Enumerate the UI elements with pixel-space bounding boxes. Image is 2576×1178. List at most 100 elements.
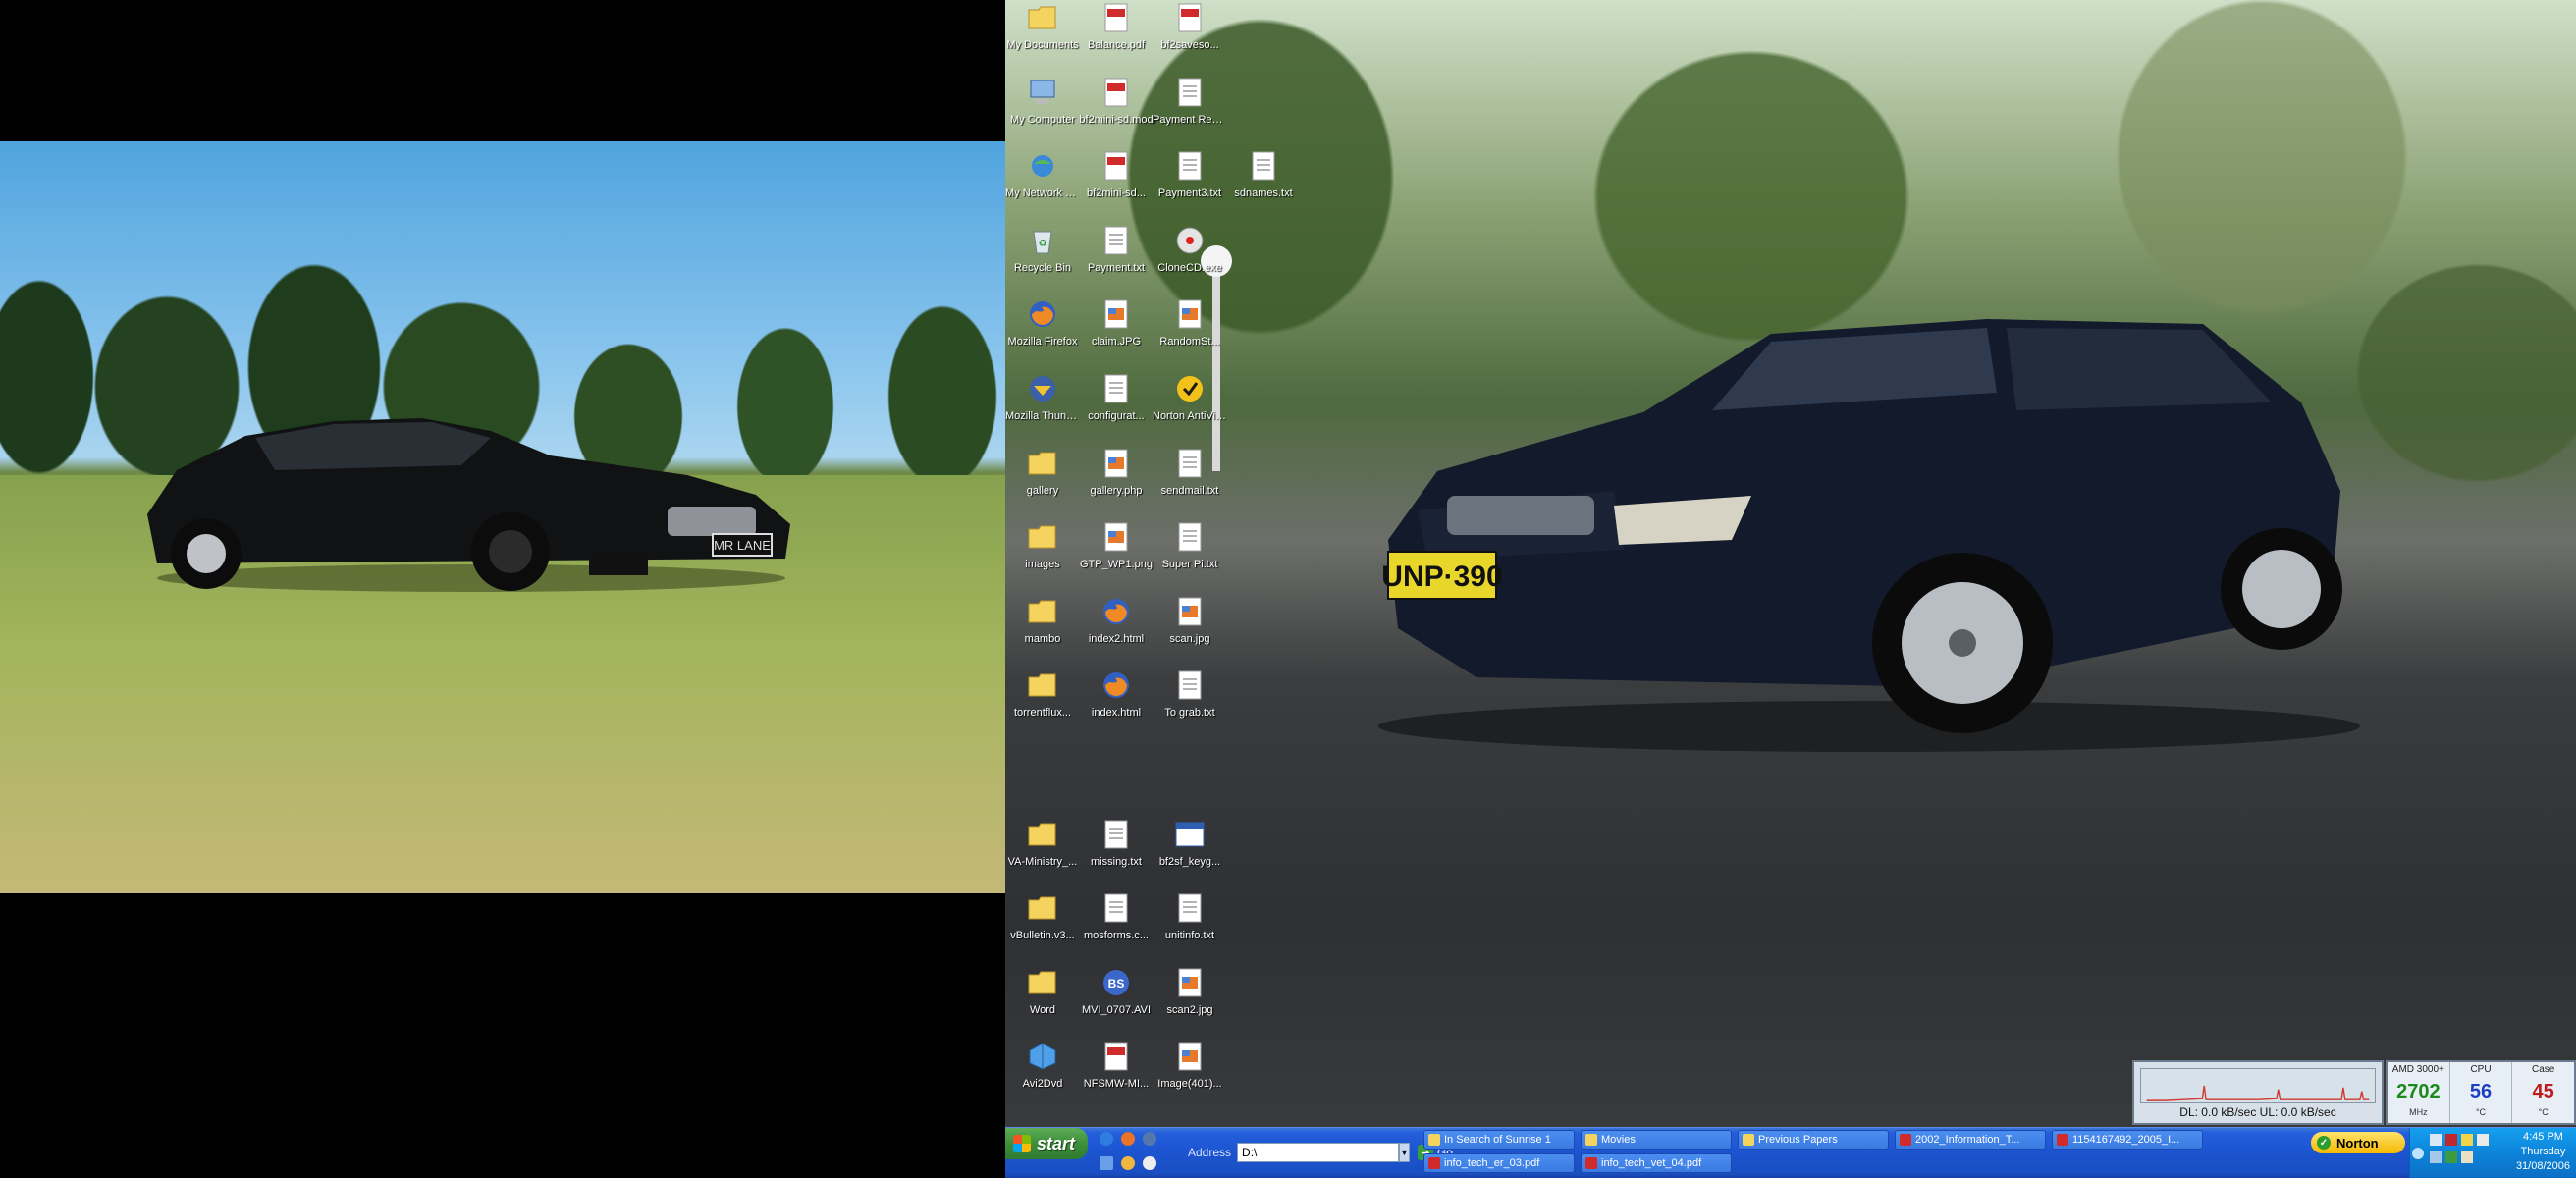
desktop-icon-item[interactable]: bf2mini-sd...	[1079, 150, 1154, 225]
desktop-icon-item[interactable]: bf2saveso...	[1153, 2, 1227, 77]
desktop-icon-item[interactable]: vBulletin.v3...	[1005, 892, 1080, 967]
cpu-temp-column: CPU 56 °C	[2448, 1062, 2512, 1123]
desktop-icon[interactable]	[1100, 1156, 1113, 1170]
address-input[interactable]	[1237, 1143, 1400, 1162]
desktop-icon-item[interactable]: sendmail.txt	[1153, 448, 1227, 522]
desktop-icon-item[interactable]: Payment.txt	[1079, 225, 1154, 299]
norton-quick-icon[interactable]	[1143, 1156, 1156, 1170]
image-icon	[1100, 448, 1132, 479]
desktop-icon-item[interactable]: images	[1005, 521, 1080, 596]
thunderbird-icon[interactable]	[1143, 1132, 1156, 1146]
text-file-icon	[1248, 150, 1279, 182]
desktop-icon-item[interactable]: Payment Receipt.txt	[1153, 77, 1227, 151]
desktop-icon-item[interactable]: mosforms.c...	[1079, 892, 1154, 967]
desktop-icon-item[interactable]: torrentflux...	[1005, 669, 1080, 744]
folder-icon	[1585, 1134, 1597, 1146]
taskbar-window-button[interactable]: 1154167492_2005_I...	[2052, 1130, 2203, 1150]
desktop-icon-item[interactable]: ♻ Recycle Bin	[1005, 225, 1080, 299]
desktop-icon-item[interactable]: gallery.php	[1079, 448, 1154, 522]
ie-icon[interactable]	[1100, 1132, 1113, 1146]
taskbar-window-button[interactable]: info_tech_er_03.pdf	[1423, 1153, 1575, 1173]
tray-usb-icon[interactable]	[2430, 1151, 2442, 1163]
desktop-icon-label: unitinfo.txt	[1164, 930, 1215, 942]
desktop-icon-item[interactable]: Mozilla Thunderbird	[1005, 373, 1080, 448]
desktop-icon-item[interactable]: VA-Ministry_...	[1005, 819, 1080, 893]
tray-arrow-icon[interactable]	[2412, 1148, 2424, 1159]
media-player-icon[interactable]	[1121, 1156, 1135, 1170]
desktop-icon-item[interactable]: missing.txt	[1079, 819, 1154, 893]
desktop-icon-item[interactable]: My Computer	[1005, 77, 1080, 151]
network-graph	[2140, 1068, 2376, 1103]
desktop-icon-label: RandomSt...	[1159, 336, 1220, 348]
desktop-icon-item[interactable]: RandomSt...	[1153, 298, 1227, 373]
desktop-icon-item[interactable]: bf2mini-sd.mod	[1079, 77, 1154, 151]
desktop-icon-item[interactable]: Mozilla Firefox	[1005, 298, 1080, 373]
desktop-icon-label: scan2.jpg	[1166, 1003, 1213, 1016]
desktop-icon-item[interactable]: Image(401)...	[1153, 1041, 1227, 1115]
desktop-icon-item[interactable]: Norton AntiVirus	[1153, 373, 1227, 448]
desktop-icon-label: Super Pi.txt	[1161, 559, 1218, 571]
image-icon	[1100, 521, 1132, 553]
desktop-icon-label: bf2saveso...	[1160, 39, 1219, 51]
cpu-speed-unit: MHz	[2409, 1107, 2428, 1117]
desktop-icon-label: claim.JPG	[1091, 336, 1142, 348]
firefox-icon[interactable]	[1121, 1132, 1135, 1146]
taskbar-window-button[interactable]: In Search of Sunrise 1	[1423, 1130, 1575, 1150]
desktop-icon-label: mosforms.c...	[1083, 930, 1149, 942]
desktop-icon-item[interactable]: Balance.pdf	[1079, 2, 1154, 77]
desktop-icon-item[interactable]: mambo	[1005, 596, 1080, 670]
desktop-icon-item[interactable]: My Network Places	[1005, 150, 1080, 225]
right-car-plate: UNP·390	[1381, 561, 1502, 593]
desktop-icon-item[interactable]: Avi2Dvd	[1005, 1041, 1080, 1115]
network-icon	[1027, 150, 1058, 182]
left-wallpaper-car: MR LANE	[147, 418, 790, 592]
norton-button[interactable]: ✓ Norton	[2311, 1132, 2405, 1153]
system-tray: 4:45 PM Thursday 31/08/2006	[2409, 1128, 2576, 1178]
desktop-icon-item[interactable]: Word	[1005, 967, 1080, 1042]
desktop-icon-item[interactable]: claim.JPG	[1079, 298, 1154, 373]
tray-security-icon[interactable]	[2461, 1134, 2473, 1146]
desktop-icon-label: NFSMW-MI...	[1083, 1078, 1150, 1091]
desktop: UNP·390 My Documents Balance.pdf bf2saveso…	[1005, 0, 2576, 1178]
desktop-icon-label: vBulletin.v3...	[1010, 930, 1075, 942]
desktop-icon-item[interactable]: NFSMW-MI...	[1079, 1041, 1154, 1115]
desktop-icon-item[interactable]: index2.html	[1079, 596, 1154, 670]
desktop-icon-item[interactable]: scan.jpg	[1153, 596, 1227, 670]
desktop-icon-item[interactable]: scan2.jpg	[1153, 967, 1227, 1042]
network-meter-widget[interactable]: DL: 0.0 kB/sec UL: 0.0 kB/sec	[2132, 1060, 2384, 1125]
taskbar-window-button[interactable]: info_tech_vet_04.pdf	[1581, 1153, 1732, 1173]
desktop-icon-item[interactable]: To grab.txt	[1153, 669, 1227, 744]
desktop-icon-label: Recycle Bin	[1013, 261, 1072, 274]
desktop-icon-item[interactable]: configurat...	[1079, 373, 1154, 448]
desktop-icon-label: index.html	[1091, 707, 1142, 720]
taskbar-clock[interactable]: 4:45 PM Thursday 31/08/2006	[2516, 1130, 2570, 1174]
desktop-icon-item[interactable]: unitinfo.txt	[1153, 892, 1227, 967]
desktop-icon-item[interactable]: gallery	[1005, 448, 1080, 522]
desktop-icon-item[interactable]: bf2sf_keyg...	[1153, 819, 1227, 893]
desktop-icon-item[interactable]: sdnames.txt	[1226, 150, 1301, 225]
taskbar-window-button[interactable]: 2002_Information_T...	[1895, 1130, 2046, 1150]
tray-network-icon[interactable]	[2430, 1134, 2442, 1146]
desktop-icon-label: My Network Places	[1005, 187, 1080, 200]
tray-messenger-icon[interactable]	[2445, 1151, 2457, 1163]
desktop-icon-item[interactable]: Payment3.txt	[1153, 150, 1227, 225]
desktop-icon-item[interactable]: BS MVI_0707.AVI	[1079, 967, 1154, 1042]
folder-icon	[1027, 967, 1058, 998]
desktop-icon-label: index2.html	[1088, 632, 1145, 645]
taskbar-window-button[interactable]: Movies	[1581, 1130, 1732, 1150]
hardware-monitor-widget[interactable]: AMD 3000+ 2702 MHz CPU 56 °C Case 45 °C	[2386, 1060, 2576, 1125]
taskbar-window-label: Movies	[1601, 1134, 1636, 1146]
case-temp-label: Case	[2532, 1064, 2555, 1075]
tray-ati-icon[interactable]	[2445, 1134, 2457, 1146]
desktop-icon-item[interactable]: index.html	[1079, 669, 1154, 744]
tray-volume-icon[interactable]	[2477, 1134, 2489, 1146]
tray-update-icon[interactable]	[2461, 1151, 2473, 1163]
address-dropdown-icon[interactable]: ▼	[1399, 1143, 1410, 1162]
start-button[interactable]: start	[1005, 1128, 1088, 1159]
taskbar-window-label: In Search of Sunrise 1	[1444, 1134, 1551, 1146]
taskbar-window-button[interactable]: Previous Papers	[1738, 1130, 1889, 1150]
desktop-icon-item[interactable]: Super Pi.txt	[1153, 521, 1227, 596]
desktop-icon-item[interactable]: CloneCD.exe	[1153, 225, 1227, 299]
desktop-icon-item[interactable]: GTP_WP1.png	[1079, 521, 1154, 596]
desktop-icon-item[interactable]: My Documents	[1005, 2, 1080, 77]
